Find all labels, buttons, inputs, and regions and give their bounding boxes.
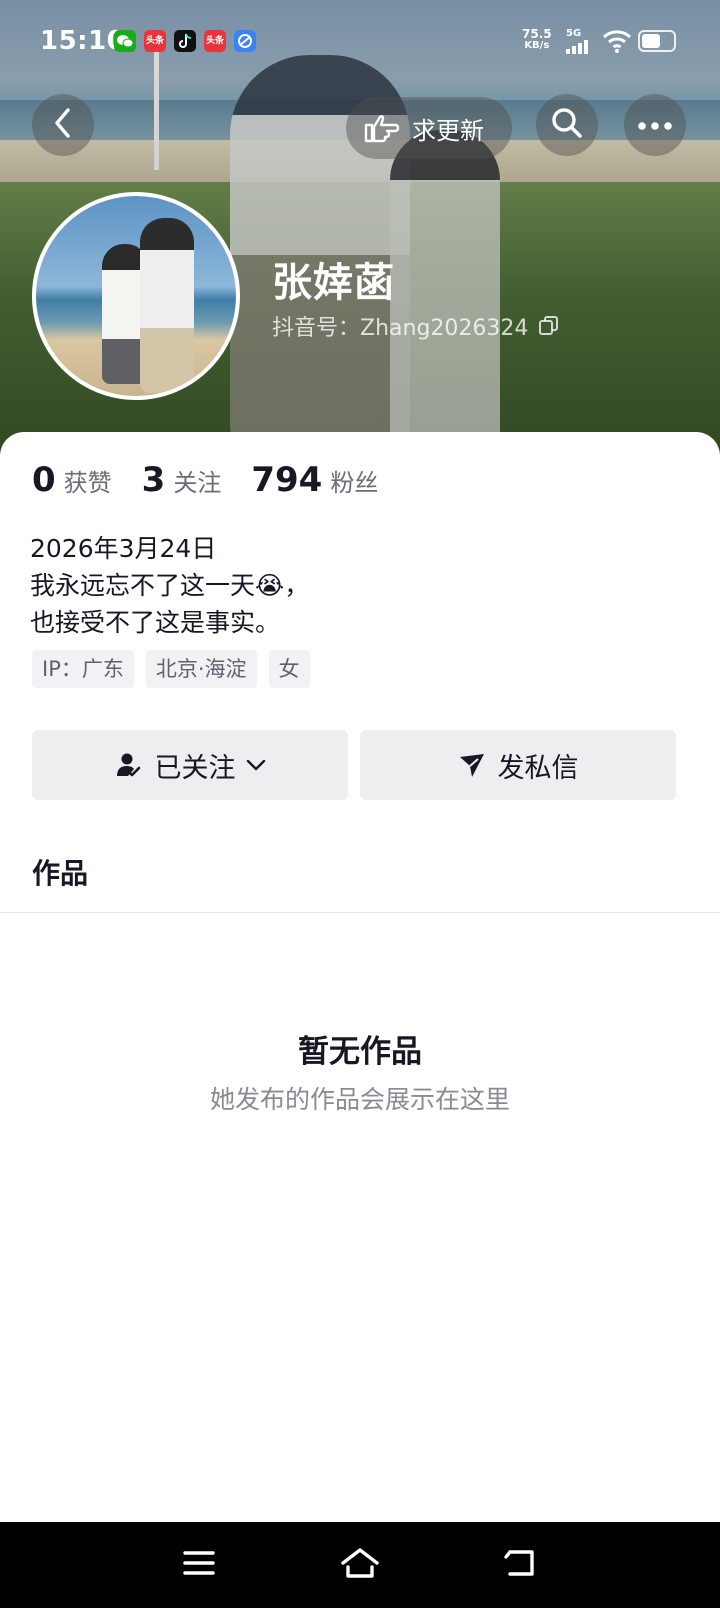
status-time: 15:10: [40, 26, 126, 56]
back-button[interactable]: [32, 94, 94, 156]
divider: [0, 912, 720, 913]
search-button[interactable]: [536, 94, 598, 156]
copy-icon[interactable]: [538, 315, 560, 337]
wifi-icon: [602, 28, 632, 58]
more-button[interactable]: [624, 94, 686, 156]
profile-tags: IP：广东 北京·海淀 女: [32, 650, 322, 688]
send-icon: [458, 751, 486, 779]
bio-line: 2026年3月24日: [30, 534, 217, 563]
profile-stats: 0 获赞 3 关注 794 粉丝: [32, 460, 408, 500]
stat-followers-value: 794: [251, 460, 323, 500]
request-update-button[interactable]: 求更新: [346, 97, 512, 159]
battery-icon: [638, 30, 676, 52]
empty-state-title: 暂无作品: [298, 1034, 422, 1070]
signal-icon: [566, 40, 588, 54]
tab-works[interactable]: 作品: [32, 852, 88, 892]
send-message-button[interactable]: 发私信: [360, 730, 676, 800]
toutiao-icon: 头条: [204, 30, 226, 52]
menu-button[interactable]: [174, 1540, 224, 1590]
douyin-id-text: 抖音号：Zhang2026324: [272, 316, 529, 341]
bio-line: 我永远忘不了这一天😭，: [30, 571, 310, 600]
menu-icon: [183, 1550, 215, 1580]
chevron-down-icon: [246, 758, 266, 772]
stat-likes[interactable]: 0 获赞: [32, 460, 112, 500]
send-message-label: 发私信: [497, 752, 579, 784]
stat-following-label: 关注: [173, 469, 222, 497]
browser-icon: [234, 30, 256, 52]
stat-followers-label: 粉丝: [330, 469, 379, 497]
network-speed: 75.5 KB/s: [522, 27, 552, 51]
tiktok-icon: [174, 30, 196, 52]
empty-state-subtitle: 她发布的作品会展示在这里: [209, 1085, 510, 1114]
wechat-icon: [114, 30, 136, 52]
toutiao-icon: 头条: [144, 30, 166, 52]
stat-following[interactable]: 3 关注: [142, 460, 222, 500]
stat-following-value: 3: [141, 460, 166, 500]
stat-likes-value: 0: [32, 460, 56, 500]
profile-name: 张婞菡: [272, 260, 395, 306]
home-icon: [340, 1547, 380, 1583]
avatar[interactable]: [32, 192, 240, 400]
back-icon: [504, 1548, 538, 1582]
tag-ip-location: IP：广东: [32, 650, 134, 688]
stat-likes-label: 获赞: [63, 469, 112, 497]
more-horizontal-icon: [637, 116, 673, 135]
home-button[interactable]: [335, 1540, 385, 1590]
chevron-left-icon: [51, 106, 75, 144]
search-icon: [550, 106, 584, 144]
tag-city: 北京·海淀: [145, 650, 257, 688]
profile-card: 0 获赞 3 关注 794 粉丝 2026年3月24日 我永远忘不了这一天😭， …: [0, 432, 720, 1522]
avatar-person-man: [140, 218, 194, 393]
status-bar: 15:10 头条 头条 75.5 KB/s 5G: [0, 0, 720, 84]
following-button[interactable]: 已关注: [32, 730, 348, 800]
system-nav-bar: [0, 1522, 720, 1608]
profile-bio: 2026年3月24日 我永远忘不了这一天😭， 也接受不了这是事实。: [30, 530, 309, 641]
pointing-hand-icon: [362, 111, 402, 145]
tag-gender: 女: [268, 650, 310, 688]
system-back-button[interactable]: [496, 1540, 546, 1590]
bio-line: 也接受不了这是事实。: [30, 608, 281, 637]
request-update-label: 求更新: [412, 116, 484, 145]
stat-followers[interactable]: 794 粉丝: [251, 460, 378, 500]
network-type: 5G: [566, 28, 582, 39]
douyin-id[interactable]: 抖音号：Zhang2026324: [272, 310, 560, 342]
profile-actions: 已关注 发私信: [32, 730, 676, 800]
user-check-icon: [115, 751, 143, 779]
following-label: 已关注: [154, 752, 236, 784]
